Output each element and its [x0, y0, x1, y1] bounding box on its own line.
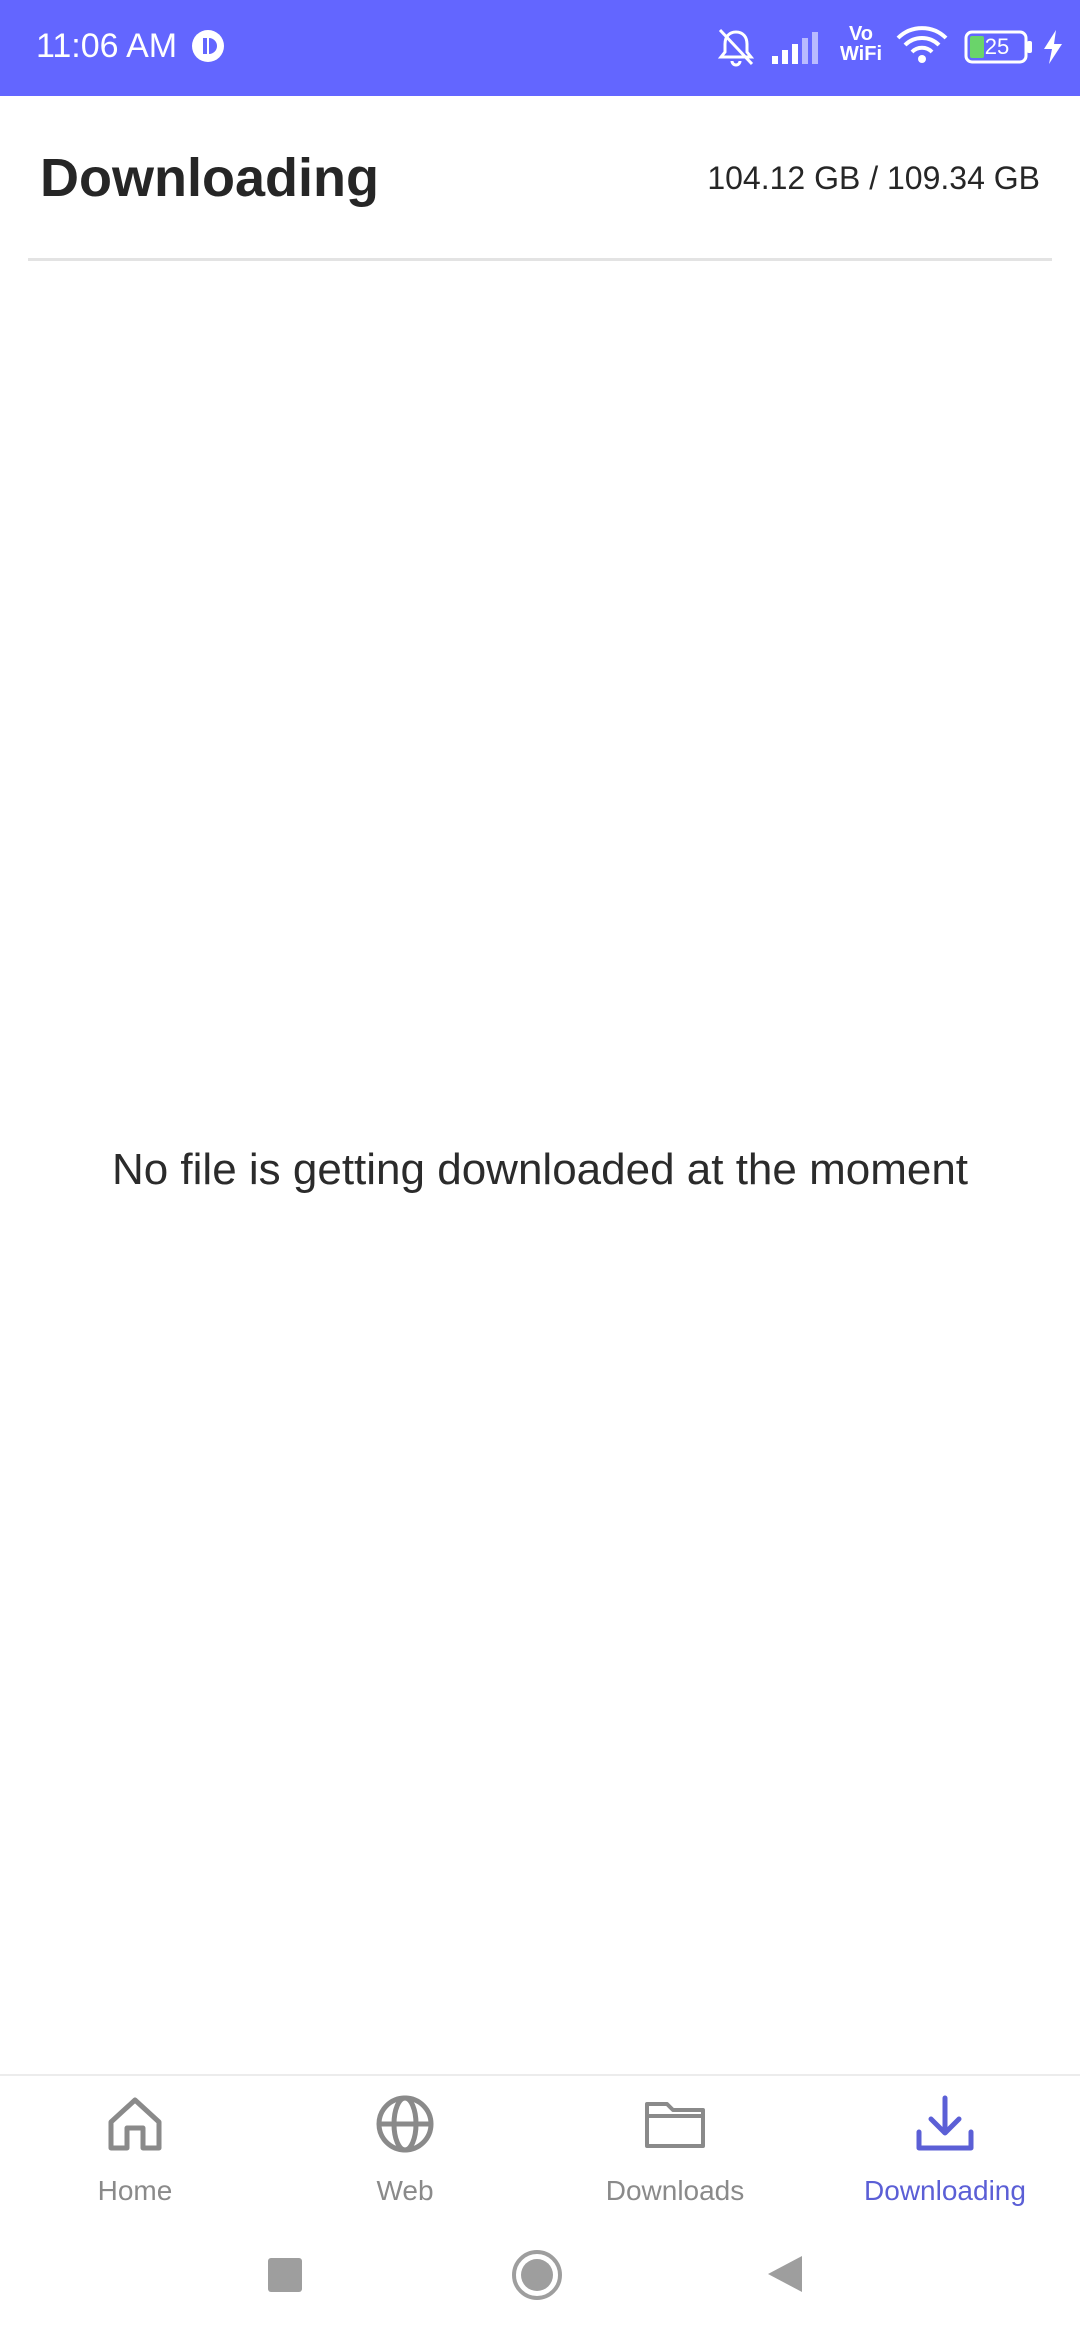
battery-level: 25 — [984, 34, 1010, 59]
nav-item-downloads[interactable]: Downloads — [540, 2076, 810, 2226]
empty-state-message: No file is getting downloaded at the mom… — [111, 1145, 969, 1194]
recent-apps-button[interactable] — [268, 2258, 302, 2292]
globe-icon — [376, 2095, 434, 2153]
wifi-icon — [896, 26, 948, 63]
bell-off-icon — [717, 28, 755, 67]
signal-icon — [772, 32, 818, 64]
home-icon — [108, 2097, 162, 2151]
nav-item-downloading[interactable]: Downloading — [810, 2076, 1080, 2226]
nav-item-web[interactable]: Web — [270, 2076, 540, 2226]
nav-label-downloads: Downloads — [605, 2175, 745, 2206]
nav-label-downloading: Downloading — [864, 2175, 1026, 2206]
storage-usage: 104.12 GB / 109.34 GB — [707, 160, 1040, 196]
vowifi-label: Vo WiFi — [839, 23, 883, 65]
back-button[interactable] — [764, 2252, 804, 2296]
charging-icon — [1044, 30, 1062, 64]
system-navigation-bar — [0, 2224, 1080, 2340]
status-bar: 11:06 AM Vo WiFi 25 — [0, 0, 1080, 96]
app-notification-icon — [192, 30, 224, 62]
nav-label-home: Home — [97, 2175, 173, 2206]
status-time: 11:06 AM — [36, 27, 178, 65]
header-divider — [28, 258, 1052, 261]
download-icon — [916, 2095, 974, 2151]
screen: 11:06 AM Vo WiFi 25 Downloading 104.12 G… — [0, 0, 1080, 2340]
nav-label-web: Web — [376, 2175, 434, 2206]
folder-icon — [645, 2102, 705, 2148]
home-button[interactable] — [510, 2248, 564, 2302]
bottom-navigation: Home Web Downloads Downloading — [0, 2074, 1080, 2224]
nav-item-home[interactable]: Home — [0, 2076, 270, 2226]
page-title: Downloading — [40, 148, 379, 208]
